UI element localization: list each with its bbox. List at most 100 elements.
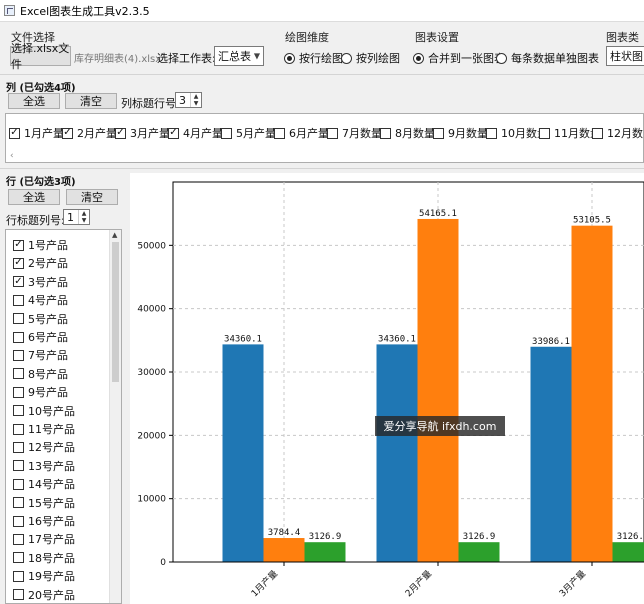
row-checkbox[interactable]: 17号产品 (13, 531, 75, 547)
chart-bar (222, 344, 264, 562)
row-checkbox-label: 10号产品 (28, 404, 75, 418)
checkbox-checked-icon: ✓ (115, 127, 126, 139)
dimension-group-label: 绘图维度 (285, 31, 329, 44)
spin-up-icon[interactable]: ▲ (79, 210, 89, 217)
column-checkbox-label: 12月数 (607, 127, 643, 140)
row-checkbox-label: 13号产品 (28, 459, 75, 473)
radio-separate-charts[interactable]: 每条数据单独图表 (496, 50, 599, 66)
column-checkbox[interactable]: ✓ 3月产量 (115, 125, 170, 141)
column-checkbox[interactable]: 6月产量 (274, 125, 329, 141)
row-checkbox-label: 19号产品 (28, 570, 75, 584)
row-checkbox[interactable]: ✓ 3号产品 (13, 274, 68, 290)
row-checkbox[interactable]: ✓ 1号产品 (13, 237, 68, 253)
row-title-col-spinner[interactable]: 1 ▲ ▼ (63, 209, 90, 225)
bar-value-label: 34360.1 (224, 334, 262, 344)
row-checkbox[interactable]: 12号产品 (13, 439, 75, 455)
checkbox-checked-icon: ✓ (62, 127, 73, 139)
spin-down-icon[interactable]: ▼ (79, 217, 89, 224)
column-checkbox[interactable]: 7月数量 (327, 125, 382, 141)
column-checkbox-label: 4月产量 (183, 127, 223, 140)
row-checkbox[interactable]: ✓ 2号产品 (13, 255, 68, 271)
radio-off-icon (341, 52, 352, 64)
checkbox-empty-icon (13, 294, 24, 306)
rows-select-all-button[interactable]: 全选 (8, 189, 60, 205)
row-checkbox-label: 2号产品 (28, 257, 68, 271)
row-checkbox-label: 9号产品 (28, 386, 68, 400)
scrollbar-thumb[interactable] (112, 242, 119, 382)
checkbox-empty-icon (13, 478, 24, 490)
column-checkbox-label: 7月数量 (342, 127, 382, 140)
radio-separate-charts-label: 每条数据单独图表 (511, 52, 599, 65)
checkbox-empty-icon (13, 349, 24, 361)
column-checkbox[interactable]: 9月数量 (433, 125, 488, 141)
chart-bar (571, 225, 613, 562)
checkbox-empty-icon (13, 423, 24, 435)
bar-chart: 0 10000 20000 30000 40000 50000 1月产量 34360.1 378… (137, 181, 644, 600)
chevron-down-icon: ▼ (253, 51, 260, 61)
sheet-select[interactable]: 汇总表 ▼ (214, 46, 264, 66)
spin-down-icon[interactable]: ▼ (191, 100, 201, 107)
column-checkbox[interactable]: ✓ 1月产量 (9, 125, 64, 141)
rows-scrollbar[interactable]: ▲ (109, 230, 121, 603)
checkbox-empty-icon (13, 497, 24, 509)
row-title-col-label: 行标题列号: (6, 214, 65, 227)
spin-up-icon[interactable]: ▲ (191, 93, 201, 100)
column-title-row-spinner[interactable]: 3 ▲ ▼ (175, 92, 202, 108)
row-checkbox[interactable]: 5号产品 (13, 311, 68, 327)
row-checkbox[interactable]: 19号产品 (13, 568, 75, 584)
row-checkbox[interactable]: 7号产品 (13, 347, 68, 363)
chart-bar (530, 346, 572, 562)
column-checkbox[interactable]: 8月数量 (380, 125, 435, 141)
column-checkbox[interactable]: ✓ 2月产量 (62, 125, 117, 141)
radio-by-column[interactable]: 按列绘图 (341, 50, 400, 66)
scroll-up-icon[interactable]: ▲ (112, 231, 117, 239)
row-checkbox[interactable]: 20号产品 (13, 587, 75, 603)
row-checkbox-label: 17号产品 (28, 533, 75, 547)
row-checkbox[interactable]: 13号产品 (13, 458, 75, 474)
row-checkbox[interactable]: 18号产品 (13, 550, 75, 566)
column-checkbox[interactable]: 12月数 (592, 125, 643, 141)
row-checkbox-label: 8号产品 (28, 367, 68, 381)
radio-merge-chart[interactable]: 合并到一张图表 (413, 50, 505, 66)
rows-clear-button[interactable]: 清空 (66, 189, 118, 205)
column-checkbox[interactable]: ✓ 4月产量 (168, 125, 223, 141)
sheet-label: 选择工作表: (157, 52, 216, 65)
chart-type-select[interactable]: 柱状图 (606, 46, 644, 66)
y-tick-label: 50000 (137, 241, 166, 251)
y-tick-label: 30000 (137, 368, 166, 378)
column-checkbox[interactable]: 5月产量 (221, 125, 276, 141)
row-checkbox[interactable]: 4号产品 (13, 292, 68, 308)
select-file-button[interactable]: 选择.xlsx文件 (10, 42, 71, 71)
checkbox-empty-icon (327, 127, 338, 139)
row-checkbox[interactable]: 10号产品 (13, 403, 75, 419)
row-checkbox[interactable]: 16号产品 (13, 513, 75, 529)
sheet-select-value: 汇总表 (218, 50, 251, 63)
checkbox-checked-icon: ✓ (9, 127, 20, 139)
column-checkbox-label: 9月数量 (448, 127, 488, 140)
window-title: Excel图表生成工具v2.3.5 (20, 4, 150, 18)
bar-value-label: 3126.9 (617, 532, 644, 542)
row-checkbox[interactable]: 15号产品 (13, 495, 75, 511)
rows-header: 行 (已勾选3项) (6, 177, 76, 188)
row-checkbox[interactable]: 6号产品 (13, 329, 68, 345)
row-checkbox[interactable]: 9号产品 (13, 384, 68, 400)
radio-by-row-label: 按行绘图 (299, 52, 343, 65)
radio-by-row[interactable]: 按行绘图 (284, 50, 343, 66)
row-checkbox[interactable]: 11号产品 (13, 421, 75, 437)
checkbox-empty-icon (433, 127, 444, 139)
x-tick-label: 3月产量 (556, 568, 588, 600)
row-checkbox-label: 4号产品 (28, 294, 68, 308)
bar-value-label: 53105.5 (573, 216, 611, 226)
chart-bar (417, 218, 459, 563)
row-checkbox[interactable]: 14号产品 (13, 476, 75, 492)
chart-bar (304, 542, 346, 562)
scroll-left-icon[interactable]: ‹ (10, 151, 14, 161)
checkbox-empty-icon (13, 460, 24, 472)
columns-clear-button[interactable]: 清空 (65, 93, 117, 109)
row-checkbox-label: 7号产品 (28, 349, 68, 363)
row-checkbox-label: 15号产品 (28, 496, 75, 510)
row-checkbox[interactable]: 8号产品 (13, 366, 68, 382)
columns-select-all-button[interactable]: 全选 (8, 93, 60, 109)
column-checkbox-label: 1月产量 (24, 127, 64, 140)
x-tick-label: 2月产量 (402, 568, 434, 600)
